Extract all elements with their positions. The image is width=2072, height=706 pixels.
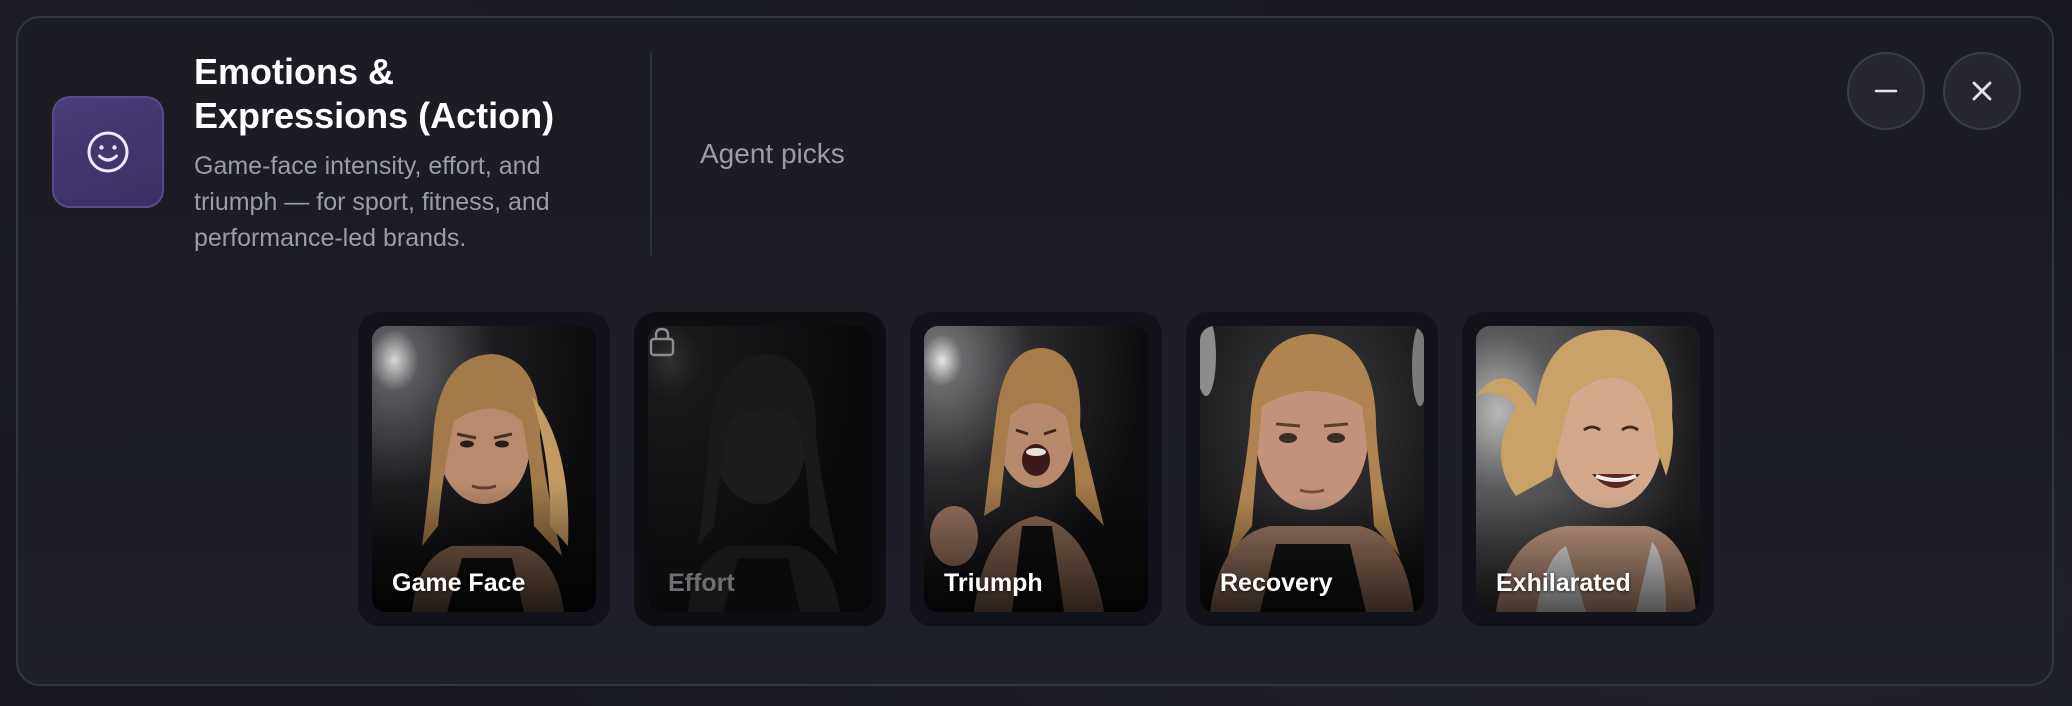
card-label: Recovery — [1220, 569, 1333, 597]
stage: Emotions & Expressions (Action) Game-fac… — [0, 0, 2072, 706]
lock-icon — [649, 327, 675, 357]
agent-picks-label: Agent picks — [700, 138, 845, 169]
card-label: Game Face — [392, 569, 526, 597]
close-button[interactable] — [1943, 52, 2021, 130]
category-icon-tile — [52, 96, 164, 208]
card-label: Effort — [668, 569, 735, 597]
smiley-face-icon — [87, 131, 129, 173]
header-divider — [650, 52, 652, 256]
style-card-effort[interactable]: Effort — [634, 312, 886, 626]
close-icon — [1972, 81, 1992, 101]
page-title: Emotions & Expressions (Action) — [194, 51, 555, 136]
card-label: Triumph — [944, 569, 1043, 597]
minus-icon — [1874, 89, 1898, 93]
page-subtitle: Game-face intensity, effort, and triumph… — [194, 152, 550, 252]
style-card-recovery[interactable]: Recovery — [1186, 312, 1438, 626]
collection-panel: Emotions & Expressions (Action) Game-fac… — [16, 16, 2054, 686]
card-label: Exhilarated — [1496, 569, 1631, 597]
style-card-game-face[interactable]: Game Face — [358, 312, 610, 626]
style-card-triumph[interactable]: Triumph — [910, 312, 1162, 626]
style-card-exhilarated[interactable]: Exhilarated — [1462, 312, 1714, 626]
minimize-button[interactable] — [1847, 52, 1925, 130]
